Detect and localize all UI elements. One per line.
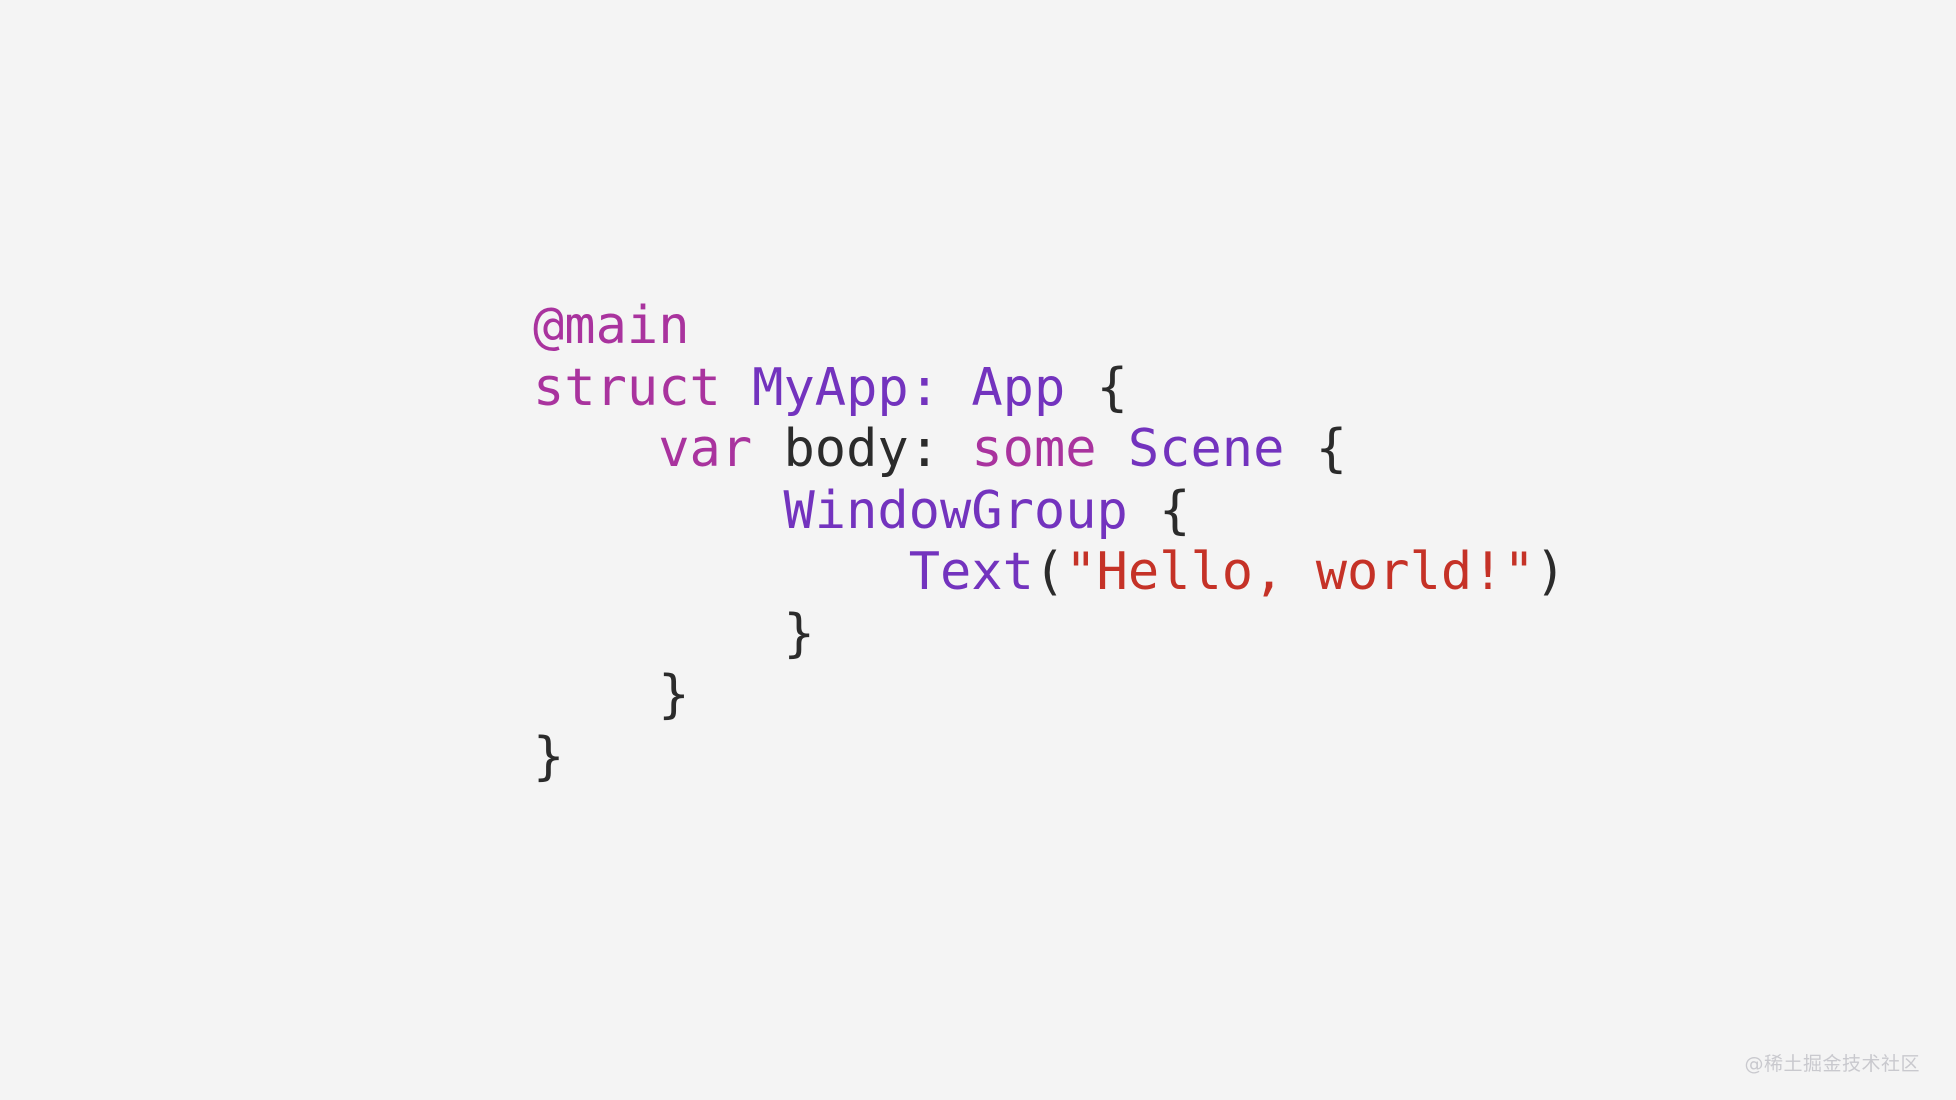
code-token-attribute: @main — [533, 296, 690, 356]
code-token-type: : — [908, 357, 941, 418]
code-line: var body: some Scene { — [533, 419, 1566, 481]
code-token-punct: ( — [1033, 542, 1066, 602]
code-token-punct: } — [783, 603, 815, 664]
code-token-type: MyApp — [752, 357, 909, 418]
code-token-type: Scene — [1127, 419, 1285, 479]
code-token-punct: { — [1159, 480, 1191, 541]
code-token-punct: } — [658, 665, 690, 725]
code-token-string: "Hello, world!" — [1065, 542, 1535, 602]
code-token-type: Text — [908, 542, 1034, 602]
code-token-keyword: var — [658, 419, 753, 479]
code-token-type: App — [971, 357, 1066, 418]
code-line: @main — [533, 296, 1566, 358]
code-line: } — [533, 727, 1566, 789]
code-block[interactable]: @main struct MyApp: App { var body: some … — [533, 296, 1566, 788]
code-line: Text("Hello, world!") — [533, 542, 1566, 604]
code-line: WindowGroup { — [533, 481, 1566, 543]
code-line: } — [533, 665, 1566, 727]
code-token-keyword: some — [971, 419, 1097, 479]
code-token-keyword: struct — [533, 357, 721, 418]
watermark-label: @稀土掘金技术社区 — [1744, 1053, 1920, 1075]
code-token-punct: } — [533, 726, 565, 787]
code-snippet-canvas: @main struct MyApp: App { var body: some … — [0, 0, 1956, 1100]
code-token-punct: { — [1315, 419, 1348, 479]
code-token-punct: ) — [1534, 542, 1567, 602]
code-token-punct: { — [1096, 357, 1128, 418]
code-token-plain: body: — [783, 419, 941, 479]
code-line: struct MyApp: App { — [533, 358, 1566, 420]
code-token-type: WindowGroup — [783, 480, 1128, 541]
code-line: } — [533, 604, 1566, 666]
